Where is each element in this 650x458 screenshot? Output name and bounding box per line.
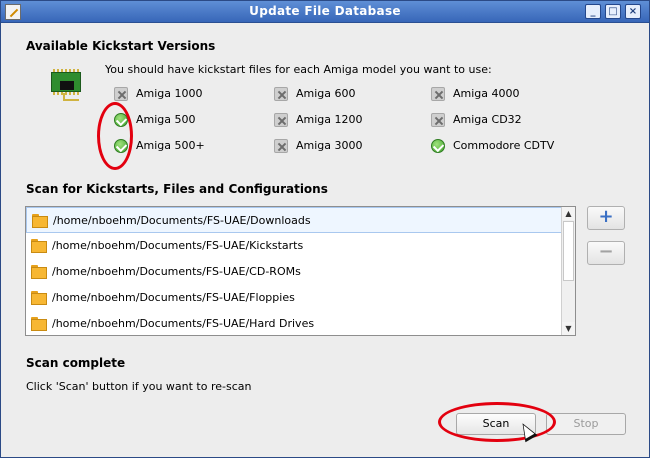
missing-x-icon (274, 87, 288, 101)
kickstart-model-label: Amiga 4000 (453, 87, 520, 100)
folder-path: /home/nboehm/Documents/FS-UAE/Kickstarts (52, 239, 304, 252)
status-message: Click 'Scan' button if you want to re-sc… (26, 380, 252, 393)
folder-list-item[interactable]: /home/nboehm/Documents/FS-UAE/Floppies (26, 285, 562, 311)
folder-list-item[interactable]: /home/nboehm/Documents/FS-UAE/CD-ROMs (26, 259, 562, 285)
kickstart-model-label: Amiga 3000 (296, 139, 363, 152)
titlebar[interactable]: Update File Database _ □ × (1, 1, 649, 23)
add-folder-button[interactable]: + (587, 206, 625, 230)
checkmark-icon (114, 139, 128, 153)
kickstart-instruction: You should have kickstart files for each… (105, 63, 492, 76)
missing-x-icon (431, 87, 445, 101)
status-heading: Scan complete (26, 356, 126, 370)
chip-icon (51, 69, 83, 101)
update-file-database-window: Update File Database _ □ × Available Kic… (0, 0, 650, 458)
remove-folder-button[interactable]: − (587, 241, 625, 265)
kickstart-heading: Available Kickstart Versions (26, 39, 216, 53)
scan-heading: Scan for Kickstarts, Files and Configura… (26, 182, 328, 196)
folder-path: /home/nboehm/Documents/FS-UAE/Hard Drive… (52, 317, 315, 330)
folder-list-scrollbar[interactable]: ▲ ▼ (561, 207, 575, 335)
kickstart-model-label: Commodore CDTV (453, 139, 555, 152)
kickstart-model-label: Amiga CD32 (453, 113, 522, 126)
kickstart-model-label: Amiga 1200 (296, 113, 363, 126)
missing-x-icon (431, 113, 445, 127)
missing-x-icon (274, 139, 288, 153)
folder-list-item[interactable]: /home/nboehm/Documents/FS-UAE/Downloads (26, 207, 562, 233)
maximize-icon[interactable]: □ (605, 4, 621, 19)
checkmark-icon (114, 113, 128, 127)
kickstart-model-label: Amiga 500 (136, 113, 196, 126)
checkmark-icon (431, 139, 445, 153)
scroll-down-icon[interactable]: ▼ (562, 322, 575, 335)
folder-path: /home/nboehm/Documents/FS-UAE/Downloads (53, 214, 311, 227)
close-icon[interactable]: × (625, 4, 641, 19)
missing-x-icon (274, 113, 288, 127)
folder-list-item[interactable]: /home/nboehm/Documents/FS-UAE/Kickstarts (26, 233, 562, 259)
folder-icon (32, 214, 48, 228)
scroll-up-icon[interactable]: ▲ (562, 207, 575, 220)
kickstart-model-label: Amiga 600 (296, 87, 356, 100)
scan-folder-list[interactable]: /home/nboehm/Documents/FS-UAE/Downloads /… (25, 206, 576, 336)
kickstart-model-label: Amiga 1000 (136, 87, 203, 100)
folder-path: /home/nboehm/Documents/FS-UAE/CD-ROMs (52, 265, 301, 278)
folder-icon (31, 239, 47, 253)
stop-button[interactable]: Stop (546, 413, 626, 435)
folder-list-item[interactable]: /home/nboehm/Documents/FS-UAE/Hard Drive… (26, 311, 562, 337)
kickstart-model-label: Amiga 500+ (136, 139, 205, 152)
annotation-ellipse-kickstarts (97, 102, 133, 170)
folder-icon (31, 291, 47, 305)
folder-path: /home/nboehm/Documents/FS-UAE/Floppies (52, 291, 295, 304)
window-title: Update File Database (249, 4, 401, 18)
folder-icon (31, 265, 47, 279)
scroll-thumb[interactable] (563, 221, 574, 281)
folder-icon (31, 317, 47, 331)
missing-x-icon (114, 87, 128, 101)
minimize-icon[interactable]: _ (585, 4, 601, 19)
